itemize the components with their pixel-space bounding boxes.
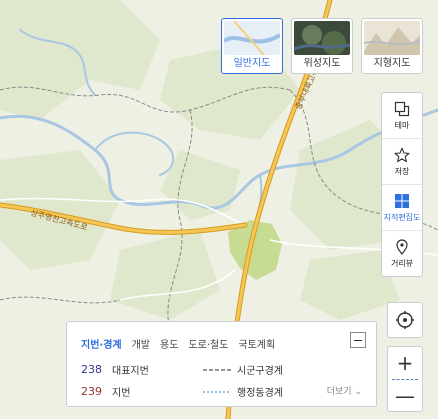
legend-panel: 지번·경계 개발 용도 도로·철도 국토계획 238 대표지번 시군구경계 23… [66, 321, 377, 407]
street-view-icon [396, 238, 408, 255]
legend-lot-number: 239 [81, 385, 102, 398]
street-view-button[interactable]: 거리뷰 [382, 231, 422, 276]
general-map-thumbnail [224, 21, 280, 55]
minus-icon [354, 339, 362, 341]
legend-lot-label: 지번 [112, 388, 131, 399]
map-toolbar: 테마 저장 지적편집도 거리뷰 [381, 92, 423, 277]
legend-line-label: 시군구경계 [237, 366, 283, 377]
legend-more-button[interactable]: 더보기 ⌄ [327, 384, 362, 397]
cadastral-map-button[interactable]: 지적편집도 [382, 185, 422, 231]
my-location-button[interactable] [387, 302, 423, 338]
zoom-out-button[interactable]: — [388, 380, 422, 412]
map-type-terrain[interactable]: 지형지도 [361, 18, 423, 74]
tool-label: 거리뷰 [390, 258, 414, 268]
layers-icon [394, 101, 410, 116]
legend-line-row: 행정동경계 [203, 384, 283, 399]
map-type-label: 일반지도 [233, 58, 271, 69]
legend-row: 239 지번 [81, 384, 130, 399]
legend-lot-label: 대표지번 [112, 366, 149, 377]
dotted-line-icon [203, 390, 231, 393]
crosshair-icon [396, 311, 414, 329]
save-button[interactable]: 저장 [382, 139, 422, 185]
legend-tab-development[interactable]: 개발 [132, 336, 150, 351]
legend-line-row: 시군구경계 [203, 362, 283, 377]
legend-tab-zoning[interactable]: 용도 [160, 336, 178, 351]
tool-label: 지적편집도 [383, 212, 421, 222]
theme-button[interactable]: 테마 [382, 93, 422, 139]
satellite-map-thumbnail [294, 21, 350, 55]
legend-row: 238 대표지번 [81, 362, 149, 377]
cadastral-grid-icon [395, 193, 409, 208]
legend-collapse-button[interactable] [350, 332, 366, 348]
legend-tabs: 지번·경계 개발 용도 도로·철도 국토계획 [81, 336, 275, 351]
legend-tab-boundary[interactable]: 지번·경계 [81, 336, 122, 351]
map-type-satellite[interactable]: 위성지도 [291, 18, 353, 74]
tool-label: 테마 [394, 120, 410, 130]
star-icon [394, 147, 410, 162]
map-type-label: 지형지도 [373, 58, 411, 69]
dashed-line-icon [203, 368, 231, 371]
legend-tab-road-rail[interactable]: 도로·철도 [188, 336, 228, 351]
terrain-map-thumbnail [364, 21, 420, 55]
tool-label: 저장 [394, 166, 410, 176]
map-type-label: 위성지도 [303, 58, 341, 69]
legend-line-label: 행정동경계 [237, 388, 283, 399]
legend-lot-number: 238 [81, 363, 102, 376]
map-type-general[interactable]: 일반지도 [221, 18, 283, 74]
zoom-in-button[interactable]: + [388, 347, 422, 379]
legend-tab-national-plan[interactable]: 국토계획 [238, 336, 275, 351]
zoom-control: + — [387, 346, 423, 412]
